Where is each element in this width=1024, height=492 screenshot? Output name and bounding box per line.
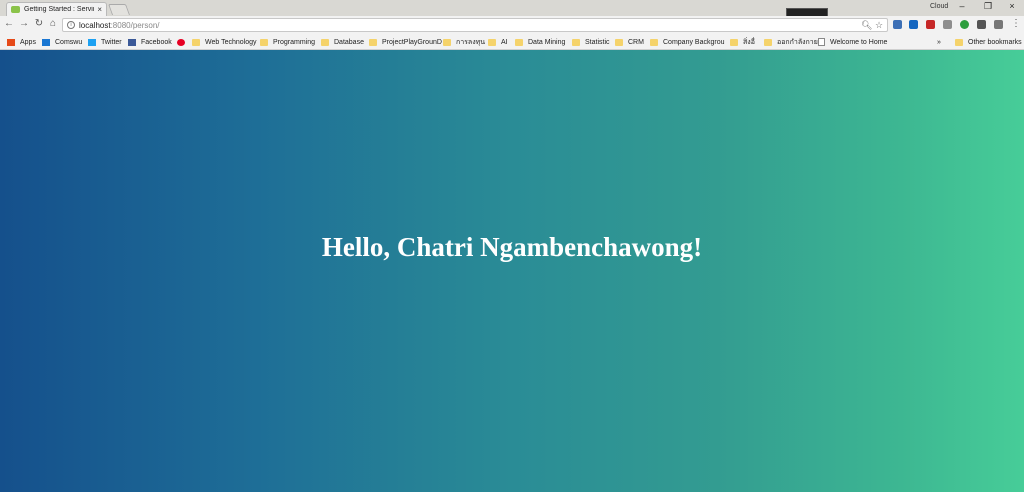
facebook-icon — [128, 38, 136, 46]
bookmark-welcome-home[interactable]: Welcome to Home — [818, 36, 887, 48]
page-icon — [818, 38, 825, 46]
folder-icon — [515, 38, 523, 46]
bookmark-folder-company-background[interactable]: Company Backgrou — [650, 36, 724, 48]
url-path: :8080/person/ — [110, 20, 160, 30]
bookmark-folder-other-things[interactable]: สิ่งอื่ — [730, 36, 755, 48]
greeting-heading: Hello, Chatri Ngambenchawong! — [321, 232, 703, 262]
folder-icon — [488, 38, 496, 46]
bookmark-other-bookmarks[interactable]: Other bookmarks — [955, 36, 1022, 48]
folder-icon — [650, 38, 658, 46]
profile-name[interactable]: Cloud — [930, 3, 948, 10]
bookmark-pinterest[interactable] — [177, 36, 190, 48]
folder-icon — [764, 38, 772, 46]
url-host: localhost — [79, 20, 111, 30]
bookmarks-bar: Apps Comswu Twitter Facebook Web Technol… — [0, 34, 1024, 50]
browser-tab[interactable]: Getting Started : Serving × — [6, 2, 107, 16]
bookmark-folder-database[interactable]: Database — [321, 36, 364, 48]
bookmark-twitter[interactable]: Twitter — [88, 36, 122, 48]
twitter-icon — [88, 38, 96, 46]
folder-icon — [955, 38, 963, 46]
folder-icon — [730, 38, 738, 46]
info-icon[interactable]: i — [67, 21, 75, 29]
window-titlebar: Getting Started : Serving × Cloud – ❐ × — [0, 0, 1024, 19]
browser-toolbar: ← → ↻ ⌂ i localhost :8080/person/ 🔍︎ ☆ ⋮ — [0, 16, 1024, 34]
extension-5-icon[interactable] — [960, 20, 969, 29]
extension-6-icon[interactable] — [977, 20, 986, 29]
apps-icon — [7, 38, 15, 46]
tab-title: Getting Started : Serving — [24, 6, 95, 13]
page-background: Hello, Chatri Ngambenchawong! — [0, 50, 1024, 492]
bookmark-folder-projectplayground[interactable]: ProjectPlayGrounD — [369, 36, 442, 48]
bookmark-facebook[interactable]: Facebook — [128, 36, 172, 48]
home-button[interactable]: ⌂ — [47, 18, 59, 29]
zoom-icon[interactable]: 🔍︎ — [861, 20, 872, 31]
bookmark-folder-exercise[interactable]: ออกกำลังกาย — [764, 36, 818, 48]
bookmark-star-icon[interactable]: ☆ — [875, 20, 883, 31]
bookmark-folder-web-technology[interactable]: Web Technology — [192, 36, 257, 48]
extension-7-icon[interactable] — [994, 20, 1003, 29]
folder-icon — [321, 38, 329, 46]
bookmark-folder-programming[interactable]: Programming — [260, 36, 315, 48]
comswu-icon — [42, 38, 50, 46]
forward-button[interactable]: → — [18, 18, 30, 29]
folder-icon — [572, 38, 580, 46]
bookmarks-overflow-button[interactable]: » — [937, 36, 941, 48]
menu-button[interactable]: ⋮ — [1010, 18, 1022, 29]
bookmark-folder-statistic[interactable]: Statistic — [572, 36, 610, 48]
folder-icon — [260, 38, 268, 46]
restore-button[interactable]: ❐ — [981, 1, 995, 12]
bookmark-comswu[interactable]: Comswu — [42, 36, 82, 48]
new-tab-button[interactable] — [107, 4, 131, 15]
extension-2-icon[interactable] — [909, 20, 918, 29]
extension-4-icon[interactable] — [943, 20, 952, 29]
bookmark-apps[interactable]: Apps — [7, 36, 36, 48]
folder-icon — [443, 38, 451, 46]
minimize-button[interactable]: – — [955, 1, 969, 11]
back-button[interactable]: ← — [3, 18, 15, 29]
tab-close-icon[interactable]: × — [97, 5, 102, 14]
extension-3-icon[interactable] — [926, 20, 935, 29]
spring-favicon-icon — [11, 6, 20, 13]
pinterest-icon — [177, 38, 185, 46]
reload-button[interactable]: ↻ — [33, 18, 45, 29]
folder-icon — [369, 38, 377, 46]
bookmark-folder-investment[interactable]: การลงทุน — [443, 36, 485, 48]
bookmark-folder-crm[interactable]: CRM — [615, 36, 644, 48]
extension-1-icon[interactable] — [893, 20, 902, 29]
address-bar[interactable]: i localhost :8080/person/ 🔍︎ ☆ — [62, 18, 888, 32]
folder-icon — [192, 38, 200, 46]
bookmark-folder-ai[interactable]: AI — [488, 36, 508, 48]
close-window-button[interactable]: × — [1005, 1, 1019, 11]
bookmark-folder-data-mining[interactable]: Data Mining — [515, 36, 565, 48]
folder-icon — [615, 38, 623, 46]
